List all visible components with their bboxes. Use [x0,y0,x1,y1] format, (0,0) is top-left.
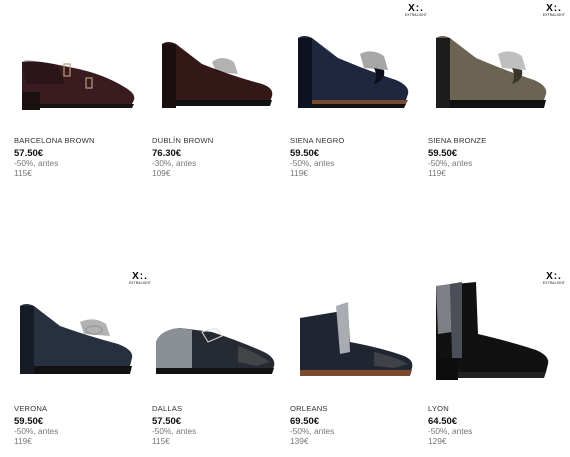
product-name[interactable]: DUBLÍN BROWN [152,136,290,146]
product-discount: -50%, antes [290,426,335,436]
product-original-price: 129€ [428,435,447,446]
product-original-price: 119€ [14,435,32,446]
shoe-loafer-buckle-illustration [22,60,135,110]
product-image[interactable] [14,272,152,392]
product-name[interactable]: ORLEANS [290,404,428,414]
product-info: VERONA 59.50€ -50%, antes 119€ [14,404,152,446]
shoe-chain-loafer-illustration [20,304,133,374]
product-discount: -50%, antes [14,158,59,168]
product-original-price: 109€ [152,167,171,178]
product-info: LYON 64.50€ -50%, antes 129€ [428,404,566,446]
product-image[interactable] [152,4,290,124]
product-discount: -30%, antes [152,158,197,168]
product-grid: BARCELONA BROWN 57.50€ -50%, antes 115€ … [0,0,570,457]
product-original-price: 119€ [290,167,308,178]
product-name[interactable]: SIENA NEGRO [290,136,428,146]
product-name[interactable]: SIENA BRONZE [428,136,566,146]
shoe-lace-up-oxford-illustration [156,327,275,374]
product-image[interactable] [290,272,428,392]
product-info: DUBLÍN BROWN 76.30€ -30%, antes 109€ [152,136,290,178]
product-name[interactable]: BARCELONA BROWN [14,136,152,146]
product-info: SIENA BRONZE 59.50€ -50%, antes 119€ [428,136,566,178]
product-name[interactable]: DALLAS [152,404,290,414]
product-name[interactable]: VERONA [14,404,152,414]
product-image[interactable] [290,4,428,124]
product-discount: -50%, antes [290,158,335,168]
product-info: SIENA NEGRO 59.50€ -50%, antes 119€ [290,136,428,178]
product-image[interactable] [428,4,566,124]
product-name[interactable]: LYON [428,404,566,414]
shoe-tassel-loafer-illustration [298,36,409,108]
shoe-tassel-loafer-bronze-illustration [436,36,547,108]
product-image[interactable] [14,4,152,124]
product-image[interactable] [152,272,290,392]
product-original-price: 139€ [290,435,309,446]
product-discount: -50%, antes [428,426,473,436]
product-info: ORLEANS 69.50€ -50%, antes 139€ [290,404,428,446]
shoe-heeled-loafer-illustration [162,42,273,108]
product-original-price: 115€ [152,435,170,446]
product-discount: -50%, antes [14,426,59,436]
product-discount: -50%, antes [152,426,197,436]
product-discount: -50%, antes [428,158,473,168]
product-info: BARCELONA BROWN 57.50€ -50%, antes 115€ [14,136,152,178]
product-info: DALLAS 57.50€ -50%, antes 115€ [152,404,290,446]
shoe-ankle-boot-illustration [300,302,413,376]
shoe-heeled-boot-illustration [436,282,549,380]
product-original-price: 119€ [428,167,446,178]
product-original-price: 115€ [14,167,32,178]
product-image[interactable] [428,272,566,392]
